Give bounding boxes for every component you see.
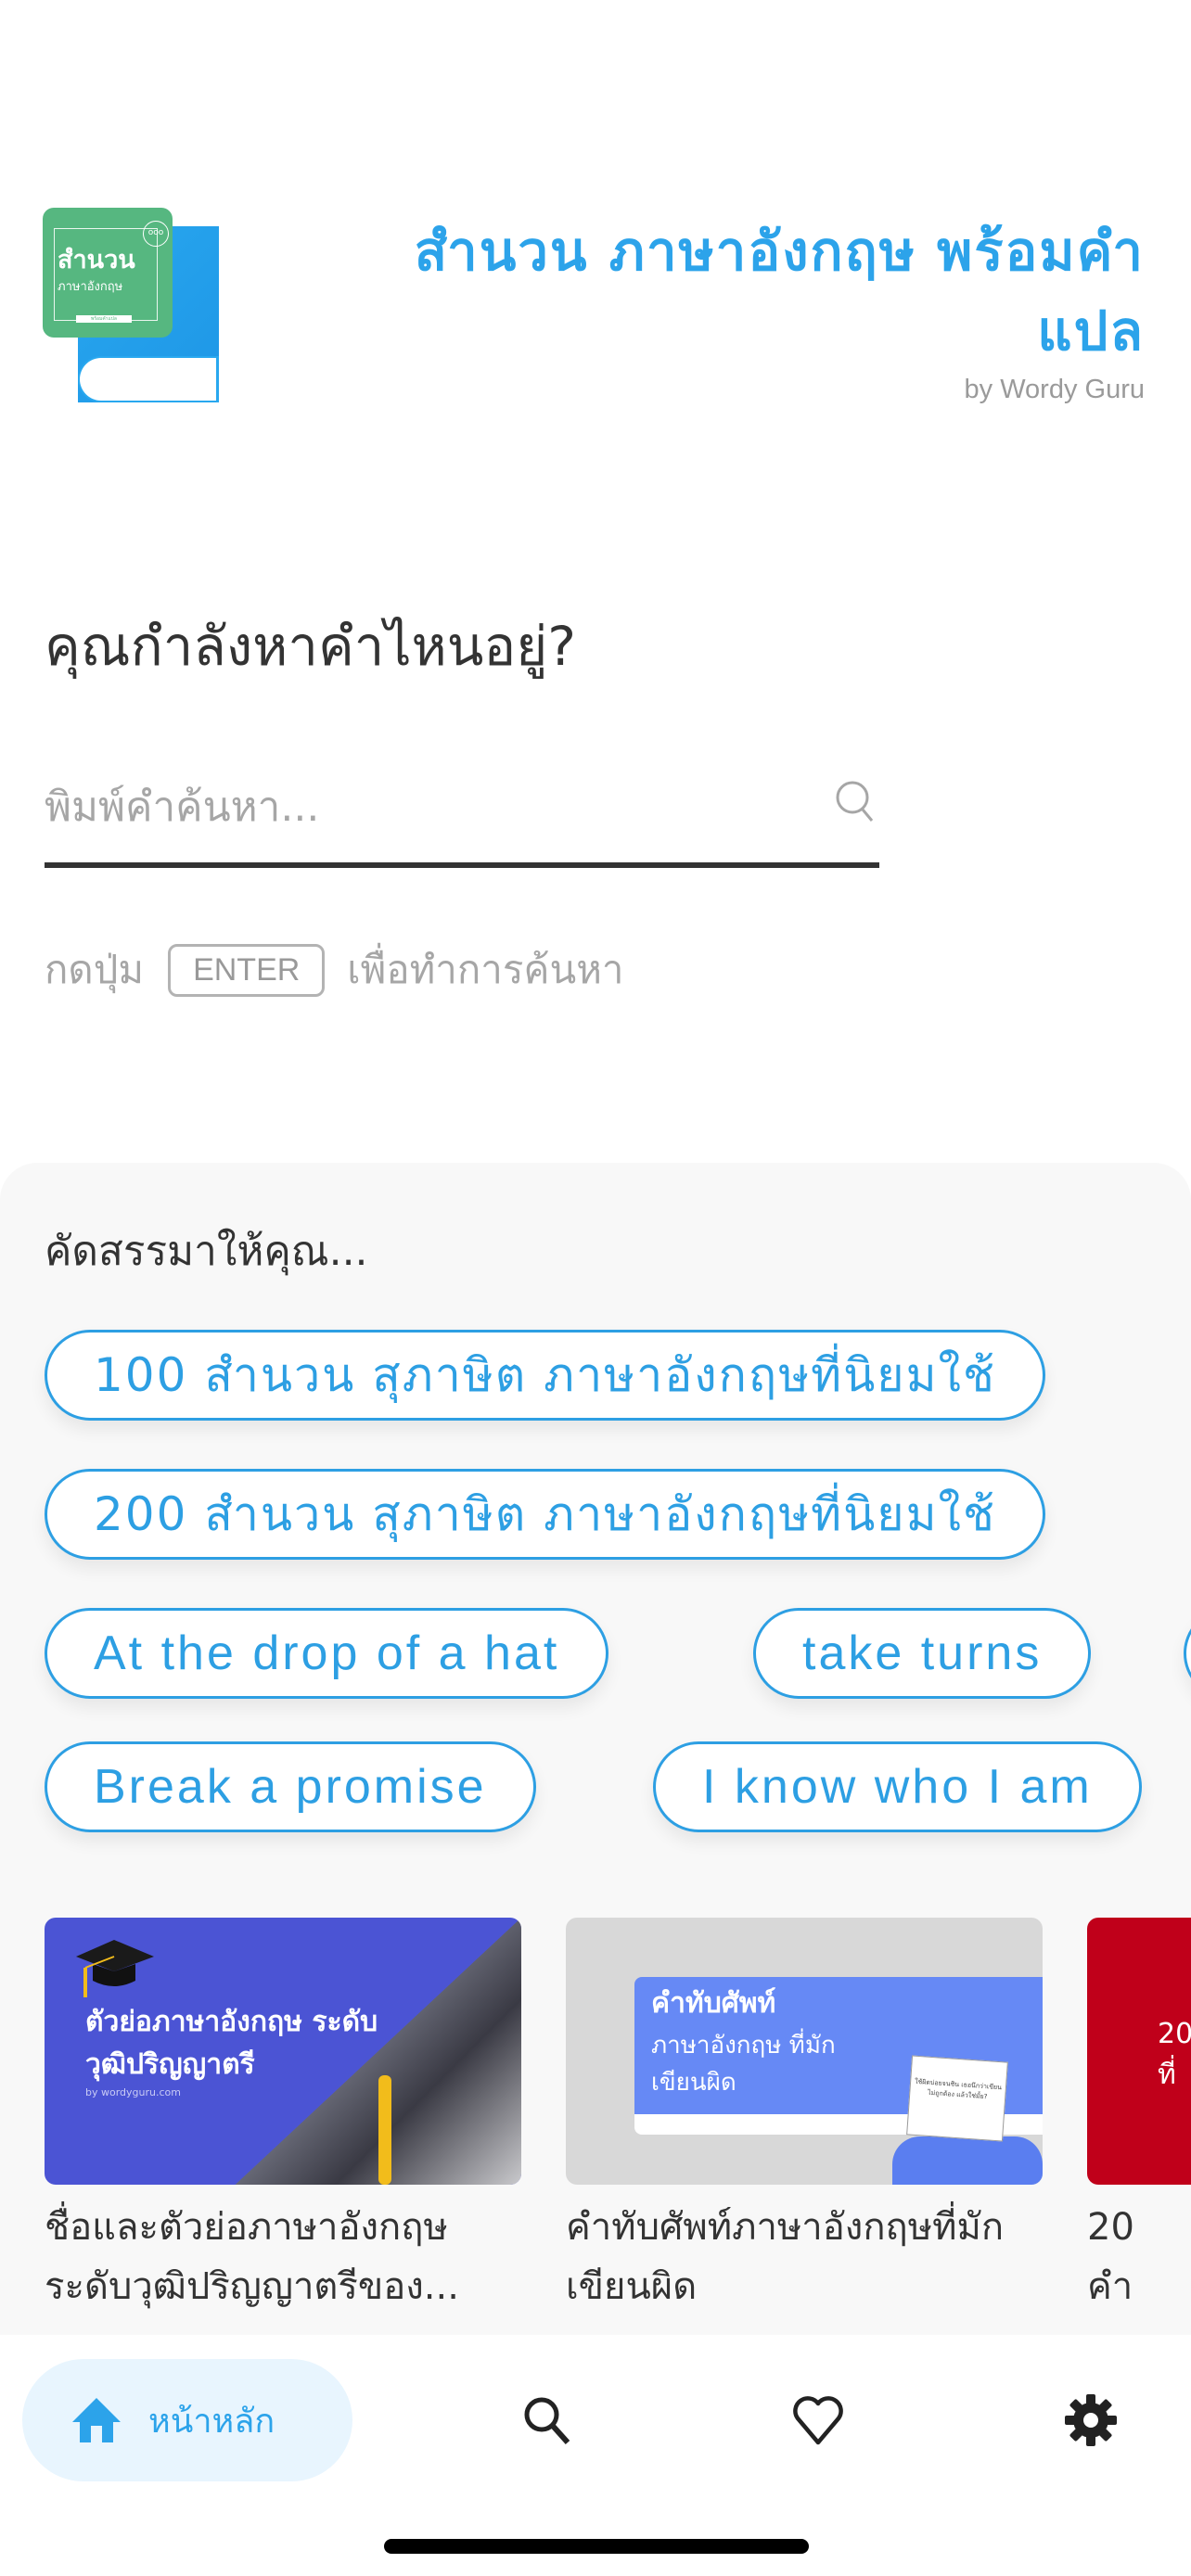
article-thumbnail: คำทับศัพท์ ภาษาอังกฤษ ที่มักเขียนผิด ใช้… [566, 1918, 1043, 2185]
article-thumbnail: 20 ที่ [1087, 1918, 1191, 2185]
article-caption: ชื่อและตัวย่อภาษาอังกฤษระดับวุฒิปริญญาตร… [45, 2206, 459, 2308]
article-card[interactable]: ตัวย่อภาษาอังกฤษ ระดับวุฒิปริญญาตรี by w… [45, 1918, 521, 2316]
nav-home-label: หน้าหลัก [148, 2402, 275, 2441]
chip-at-the-drop-of-a-hat[interactable]: At the drop of a hat [45, 1608, 609, 1699]
app-title: สำนวน ภาษาอังกฤษ พร้อมคำแปล [414, 220, 1145, 363]
home-indicator [384, 2539, 809, 2554]
search-hint: กดปุ่ม ENTER เพื่อทำการค้นหา [45, 939, 623, 1001]
search-icon[interactable] [519, 2392, 575, 2448]
search-input[interactable] [45, 760, 805, 853]
logo-book-pages [78, 356, 219, 402]
graduation-cap-icon [76, 1940, 154, 1997]
chip-idiom-200[interactable]: 200 สำนวน สุภาษิต ภาษาอังกฤษที่นิยมใช้ [45, 1469, 1045, 1560]
thumbnail-title: คำทับศัพท์ [651, 1987, 776, 2020]
logo-green-card: ooo สำนวน ภาษาอังกฤษ พร้อมคำแปล [43, 208, 173, 338]
heart-icon[interactable] [790, 2392, 846, 2448]
tassel [378, 2075, 391, 2185]
logo-cover-title: สำนวน [58, 246, 135, 274]
search-field [45, 760, 879, 868]
thumbnail-title: 20 ที่ [1158, 2018, 1191, 2091]
search-icon[interactable] [835, 779, 876, 823]
logo-cover-subtitle: ภาษาอังกฤษ [58, 280, 123, 294]
recommend-title: คัดสรรมาให้คุณ... [45, 1228, 368, 1275]
home-icon [72, 2398, 121, 2442]
enter-key-badge: ENTER [168, 943, 326, 997]
person-illustration [892, 2136, 1043, 2185]
thumbnail-credit: by wordyguru.com [85, 2086, 181, 2098]
chip-partial[interactable] [1184, 1608, 1191, 1699]
hint-after: เพื่อทำการค้นหา [347, 947, 624, 992]
thumbnail-title: ตัวย่อภาษาอังกฤษ ระดับวุฒิปริญญาตรี [85, 2006, 378, 2081]
nav-item-home[interactable]: หน้าหลัก [22, 2359, 352, 2481]
chip-break-a-promise[interactable]: Break a promise [45, 1741, 536, 1832]
app-logo: ooo สำนวน ภาษาอังกฤษ พร้อมคำแปล [43, 208, 221, 402]
app-subtitle: by Wordy Guru [964, 375, 1145, 404]
chip-i-know-who-i-am[interactable]: I know who I am [653, 1741, 1142, 1832]
article-card[interactable]: 20 ที่ 20 คำ คนไทย [1087, 1918, 1191, 2316]
logo-cover-tag: พร้อมคำแปล [76, 315, 132, 323]
thumbnail-sign: ใช้ผิดบ่อยจนชิน เธอนึกว่าเขียนไม่ถูกต้อง… [906, 2055, 1008, 2142]
article-card[interactable]: คำทับศัพท์ ภาษาอังกฤษ ที่มักเขียนผิด ใช้… [566, 1918, 1043, 2316]
speech-bubble-icon: ooo [143, 221, 169, 247]
recommend-panel: คัดสรรมาให้คุณ... 100 สำนวน สุภาษิต ภาษา… [0, 1163, 1191, 2335]
article-caption: 20 คำ คนไทย [1087, 2206, 1134, 2308]
logo-frame [54, 228, 158, 321]
chip-take-turns[interactable]: take turns [753, 1608, 1092, 1699]
gear-icon[interactable] [1063, 2392, 1119, 2448]
chip-idiom-100[interactable]: 100 สำนวน สุภาษิต ภาษาอังกฤษที่นิยมใช้ [45, 1330, 1045, 1421]
search-question: คุณกำลังหาคำไหนอยู่? [45, 615, 576, 678]
hint-before: กดปุ่ม [45, 947, 145, 992]
article-thumbnail: ตัวย่อภาษาอังกฤษ ระดับวุฒิปริญญาตรี by w… [45, 1918, 521, 2185]
thumbnail-subtitle: ภาษาอังกฤษ ที่มักเขียนผิด [651, 2032, 836, 2097]
article-caption: คำทับศัพท์ภาษาอังกฤษที่มักเขียนผิด [566, 2206, 1005, 2308]
